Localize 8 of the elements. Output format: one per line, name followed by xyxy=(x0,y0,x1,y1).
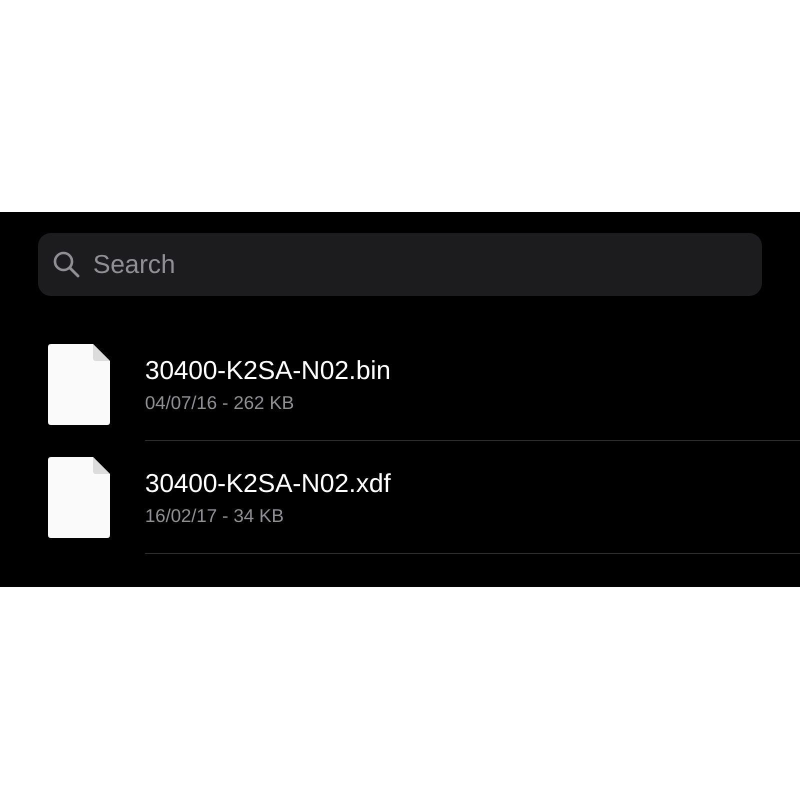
document-icon xyxy=(48,344,110,425)
document-icon xyxy=(48,457,110,538)
file-name[interactable]: 30400-K2SA-N02.bin xyxy=(145,354,391,386)
file-details: 16/02/17 - 34 KB xyxy=(145,504,284,526)
search-icon xyxy=(52,250,80,278)
file-name[interactable]: 30400-K2SA-N02.xdf xyxy=(145,468,391,498)
search-field[interactable]: Search xyxy=(38,233,762,296)
file-details: 04/07/16 - 262 KB xyxy=(145,392,294,414)
